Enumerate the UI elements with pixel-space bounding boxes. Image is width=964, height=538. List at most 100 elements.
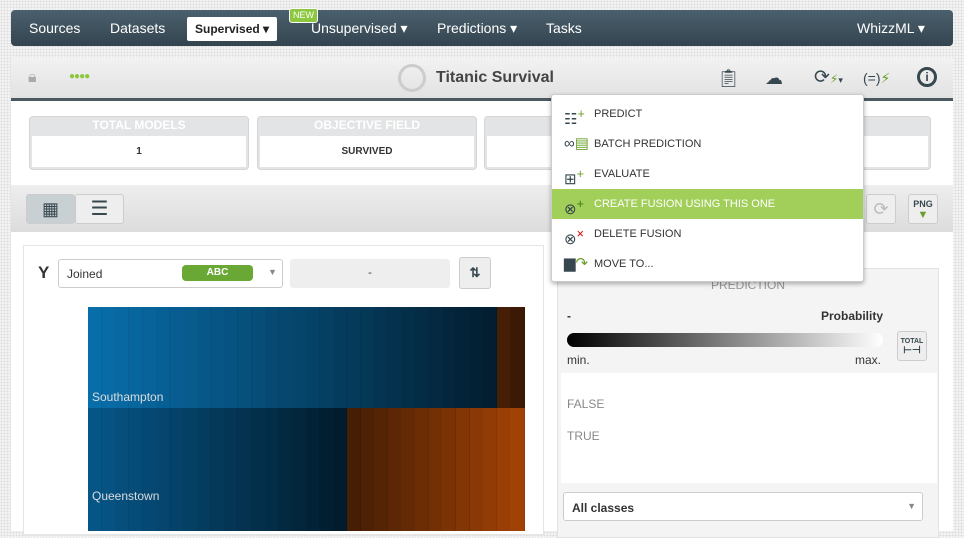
heatmap-cell[interactable] [156,408,171,531]
nav-tasks[interactable]: Tasks [546,10,582,46]
heatmap-cell[interactable] [360,408,375,531]
heatmap-cell[interactable] [496,307,511,408]
heatmap-cell[interactable] [360,307,375,408]
heatmap-cell[interactable] [265,408,280,531]
heatmap-cell[interactable] [210,408,225,531]
grid-view-button[interactable]: ▦ [26,194,75,224]
heatmap-cell[interactable] [319,307,334,408]
y-field-select[interactable]: Joined ABC ▼ [58,259,283,288]
total-button[interactable]: TOTAL ⊢⊣ [897,331,927,361]
heatmap-cell[interactable] [115,408,130,531]
fusion-logo-icon [398,64,426,92]
class-item[interactable]: FALSE [567,397,604,411]
heatmap-cell[interactable] [428,408,443,531]
row-label: Queenstown [92,489,160,503]
nav-supervised-label: Supervised [195,22,260,36]
class-item[interactable]: TRUE [567,429,600,443]
heatmap-cell[interactable] [183,307,198,408]
heatmap-cell[interactable] [197,307,212,408]
menu-item-predict[interactable]: ☷+ PREDICT [552,99,863,129]
heatmap-cell[interactable] [496,408,511,531]
class-list: FALSE TRUE [561,373,937,483]
heatmap-cell[interactable] [278,408,293,531]
lock-icon[interactable]: 🔒︎ [28,69,37,87]
heatmap-cell[interactable] [387,307,402,408]
heatmap-cell[interactable] [197,408,212,531]
heatmap: Southampton Queenstown [88,307,525,531]
heatmap-cell[interactable] [251,307,266,408]
heatmap-cell[interactable] [415,408,430,531]
heatmap-cell[interactable] [224,408,239,531]
heatmap-cell[interactable] [210,307,225,408]
heatmap-cell[interactable] [401,307,416,408]
heatmap-cell[interactable] [306,408,321,531]
heatmap-cell[interactable] [346,408,361,531]
menu-item-move-to[interactable]: ▆↷ MOVE TO... [552,249,863,279]
row-label: Southampton [92,390,164,404]
heatmap-cell[interactable] [101,408,116,531]
heatmap-cell[interactable] [128,408,143,531]
x-field-select[interactable]: - [290,259,450,288]
heatmap-cell[interactable] [251,408,266,531]
heatmap-row-queenstown[interactable] [88,408,525,531]
list-view-button[interactable]: ☰ [75,194,124,224]
heatmap-cell[interactable] [88,408,103,531]
heatmap-cell[interactable] [346,307,361,408]
info-icon[interactable]: i [917,67,937,87]
class-filter-value: All classes [572,501,635,515]
nav-sources[interactable]: Sources [29,10,80,46]
swap-axes-button[interactable]: ⇅ [459,257,491,289]
refresh-button[interactable]: ⟳ [866,194,896,224]
heatmap-cell[interactable] [510,307,525,408]
heatmap-cell[interactable] [510,408,525,531]
heatmap-cell[interactable] [265,307,280,408]
menu-label: EVALUATE [594,168,650,180]
heatmap-cell[interactable] [442,408,457,531]
heatmap-cell[interactable] [483,408,498,531]
menu-item-evaluate[interactable]: ⊞+ EVALUATE [552,159,863,189]
heatmap-cell[interactable] [319,408,334,531]
heatmap-cell[interactable] [278,307,293,408]
cloud-download-icon[interactable]: ☁︎ [765,68,783,89]
menu-item-batch-prediction[interactable]: ∞▤ BATCH PREDICTION [552,129,863,159]
nav-unsupervised[interactable]: Unsupervised ▾ [311,10,408,46]
heatmap-cell[interactable] [387,408,402,531]
class-filter-select[interactable]: All classes ▼ [563,492,923,521]
heatmap-cell[interactable] [374,408,389,531]
menu-label: DELETE FUSION [594,228,682,240]
nav-datasets[interactable]: Datasets [110,10,165,46]
heatmap-cell[interactable] [292,307,307,408]
heatmap-cell[interactable] [455,307,470,408]
heatmap-cell[interactable] [333,408,348,531]
heatmap-cell[interactable] [469,307,484,408]
nav-predictions[interactable]: Predictions ▾ [437,10,517,46]
heatmap-cell[interactable] [183,408,198,531]
nav-supervised[interactable]: Supervised ▾ [187,17,278,41]
heatmap-cell[interactable] [455,408,470,531]
card-value: SURVIVED [260,136,474,167]
heatmap-cell[interactable] [237,408,252,531]
formula-icon[interactable]: (=)⚡︎ [863,70,890,87]
nav-whizzml-label: WhizzML [857,20,915,36]
menu-item-create-fusion[interactable]: ⊗+ CREATE FUSION USING THIS ONE [552,189,863,219]
heatmap-cell[interactable] [374,307,389,408]
heatmap-cell[interactable] [292,408,307,531]
heatmap-cell[interactable] [237,307,252,408]
heatmap-cell[interactable] [169,408,184,531]
heatmap-cell[interactable] [333,307,348,408]
heatmap-cell[interactable] [483,307,498,408]
png-export-button[interactable]: PNG ▼ [908,194,938,224]
actions-menu-icon[interactable]: ⟳⚡︎▾ [814,66,843,89]
heatmap-cell[interactable] [169,307,184,408]
heatmap-cell[interactable] [428,307,443,408]
menu-item-delete-fusion[interactable]: ⊗× DELETE FUSION [552,219,863,249]
heatmap-cell[interactable] [415,307,430,408]
heatmap-cell[interactable] [142,408,157,531]
heatmap-cell[interactable] [306,307,321,408]
clipboard-download-icon[interactable]: 📋︎ [717,68,740,89]
heatmap-cell[interactable] [442,307,457,408]
nav-whizzml[interactable]: WhizzML ▾ [857,10,925,46]
heatmap-cell[interactable] [401,408,416,531]
heatmap-cell[interactable] [469,408,484,531]
heatmap-cell[interactable] [224,307,239,408]
